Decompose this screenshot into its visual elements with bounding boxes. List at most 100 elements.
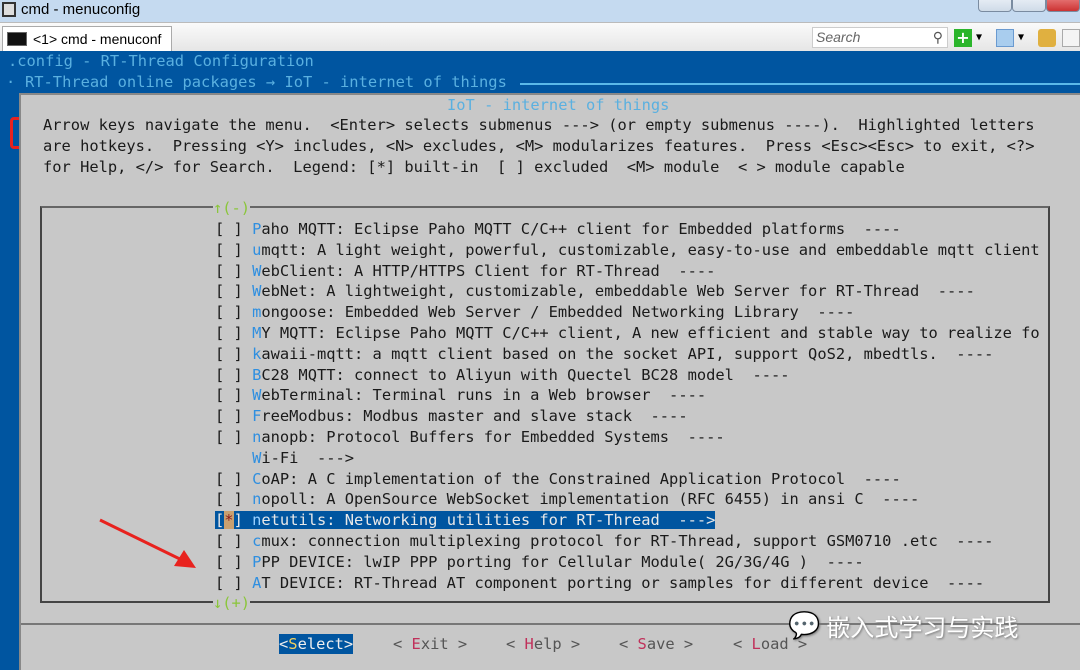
menu-item[interactable]: [ ] mongoose: Embedded Web Server / Embe… [215,302,854,322]
menu-item-text: C28 MQTT: connect to Aliyun with Quectel… [261,365,790,384]
menu-item[interactable]: [ ] WebClient: A HTTP/HTTPS Client for R… [215,261,715,281]
lock-icon[interactable] [1038,29,1056,47]
hotkey: F [252,407,262,426]
hotkey: n [252,490,262,509]
button-help[interactable]: < Help > [506,634,580,654]
menu-item-label: WebNet: A lightweight, customizable, emb… [252,282,975,300]
menu-item-text: oAP: A C implementation of the Constrain… [261,469,901,488]
hotkey: n [252,511,262,530]
checkbox[interactable]: [ ] [215,262,252,280]
menu-item-text: ebNet: A lightweight, customizable, embe… [261,282,975,301]
menu-item[interactable]: [ ] FreeModbus: Modbus master and slave … [215,406,688,426]
search-icon[interactable]: ⚲ [933,28,943,47]
help-line: are hotkeys. Pressing <Y> includes, <N> … [43,137,1035,155]
menu-item[interactable]: [ ] umqtt: A light weight, powerful, cus… [215,240,1040,260]
menu-item[interactable]: [ ] BC28 MQTT: connect to Aliyun with Qu… [215,365,790,385]
menu-item-text: anopb: Protocol Buffers for Embedded Sys… [261,428,725,446]
hotkey: P [252,552,262,571]
checkbox[interactable]: [ ] [215,470,252,488]
menu-item-label: umqtt: A light weight, powerful, customi… [252,241,1040,259]
menu-item-label: nopoll: A OpenSource WebSocket implement… [252,490,919,508]
dialog-title: IoT - internet of things [441,95,676,115]
button-label: ave [646,635,675,653]
bracket: > [561,635,581,653]
checkbox[interactable]: [ ] [215,220,252,238]
menu-item-label: netutils: Networking utilities for RT-Th… [252,511,716,530]
button-select[interactable]: <Select> [279,634,354,654]
button-exit[interactable]: < Exit > [393,634,467,654]
menu-item-selected[interactable]: [*] netutils: Networking utilities for R… [215,510,716,530]
checkbox[interactable]: [ ] [215,532,252,550]
menu-item-text: reeModbus: Modbus master and slave stack… [261,407,688,426]
bracket: > [674,635,694,653]
window-title: cmd - menuconfig [21,1,141,18]
red-arrow-annotation [99,518,196,568]
checked-mark: * [224,511,234,530]
menu-item[interactable]: [ ] cmux: connection multiplexing protoc… [215,531,993,551]
menu-item-label: MY MQTT: Eclipse Paho MQTT C/C++ client,… [252,324,1040,342]
menu-item[interactable]: [ ] MY MQTT: Eclipse Paho MQTT C/C++ cli… [215,323,1040,343]
hotkey: P [252,220,262,238]
tab-cmd[interactable]: <1> cmd - menuconf [2,26,172,52]
hotkey: W [252,386,262,405]
checkbox[interactable]: [ ] [215,553,252,571]
checkbox[interactable]: [ ] [215,282,252,300]
checkbox[interactable]: [ ] [215,241,252,259]
help-line: Arrow keys navigate the menu. <Enter> se… [43,116,1035,134]
hotkey: B [252,365,262,384]
menu-item[interactable]: [ ] Paho MQTT: Eclipse Paho MQTT C/C++ c… [215,219,901,239]
button-save[interactable]: < Save > [619,634,693,654]
menu-item[interactable]: [ ] PPP DEVICE: lwIP PPP porting for Cel… [215,552,864,572]
checkbox[interactable]: [ ] [215,490,252,508]
search-input[interactable]: Search ⚲ [812,27,948,48]
list-dropdown-icon[interactable]: ▼ [1018,32,1036,50]
add-console-icon[interactable]: + [954,29,972,47]
checkbox[interactable]: [ ] [215,303,252,321]
bracket: > [448,635,468,653]
checkbox[interactable]: [ ] [215,574,252,592]
close-button[interactable] [1046,0,1080,12]
menu-item-label: CoAP: A C implementation of the Constrai… [252,470,901,488]
scroll-down-indicator: ↓(+) [213,593,251,613]
menu-item-label: WebTerminal: Terminal runs in a Web brow… [252,386,706,404]
hotkey: c [252,532,262,550]
menu-item-label: AT DEVICE: RT-Thread AT component portin… [252,574,984,592]
layout-icon[interactable] [1062,29,1080,47]
button-label: oad [760,635,789,653]
hotkey: m [252,303,262,322]
menu-item-label: PPP DEVICE: lwIP PPP porting for Cellula… [252,553,864,571]
menu-item[interactable]: [ ] WebNet: A lightweight, customizable,… [215,281,975,301]
maximize-button[interactable] [1012,0,1046,12]
menu-item-label: Wi-Fi ---> [252,449,354,467]
menu-item[interactable]: [ ] WebTerminal: Terminal runs in a Web … [215,385,706,405]
menu-item[interactable]: [ ] CoAP: A C implementation of the Cons… [215,469,901,489]
checkbox[interactable]: [*] [215,511,253,530]
menu-item-text: mqtt: A light weight, powerful, customiz… [261,240,1040,259]
hotkey: W [252,282,262,301]
minimize-button[interactable] [978,0,1012,12]
menu-item[interactable]: Wi-Fi ---> [215,448,354,468]
wechat-icon: 💬 [788,610,821,641]
checkbox[interactable]: [ ] [215,407,252,425]
bracket: < [619,635,638,653]
add-dropdown-icon[interactable]: ▼ [976,32,994,50]
console-list-icon[interactable] [996,29,1014,47]
menu-item-text: T DEVICE: RT-Thread AT component porting… [261,573,985,592]
checkbox[interactable]: [ ] [215,386,252,404]
menu-item-text: PP DEVICE: lwIP PPP porting for Cellular… [261,552,864,571]
menu-item-label: nanopb: Protocol Buffers for Embedded Sy… [252,428,725,446]
menu-item[interactable]: [ ] nanopb: Protocol Buffers for Embedde… [215,427,725,447]
checkbox[interactable] [215,449,252,467]
menu-item-text: etutils: Networking utilities for RT-Thr… [261,511,716,530]
menu-item[interactable]: [ ] kawaii-mqtt: a mqtt client based on … [215,344,993,364]
checkbox[interactable]: [ ] [215,428,252,446]
checkbox[interactable]: [ ] [215,345,252,363]
terminal[interactable]: .config - RT-Thread Configuration · RT-T… [0,51,1080,670]
hotkey: n [252,428,262,446]
menu-item-label: kawaii-mqtt: a mqtt client based on the … [252,345,993,363]
bracket: < [506,635,525,653]
checkbox[interactable]: [ ] [215,366,252,384]
menu-item[interactable]: [ ] AT DEVICE: RT-Thread AT component po… [215,573,984,593]
checkbox[interactable]: [ ] [215,324,252,342]
menu-item[interactable]: [ ] nopoll: A OpenSource WebSocket imple… [215,489,919,509]
